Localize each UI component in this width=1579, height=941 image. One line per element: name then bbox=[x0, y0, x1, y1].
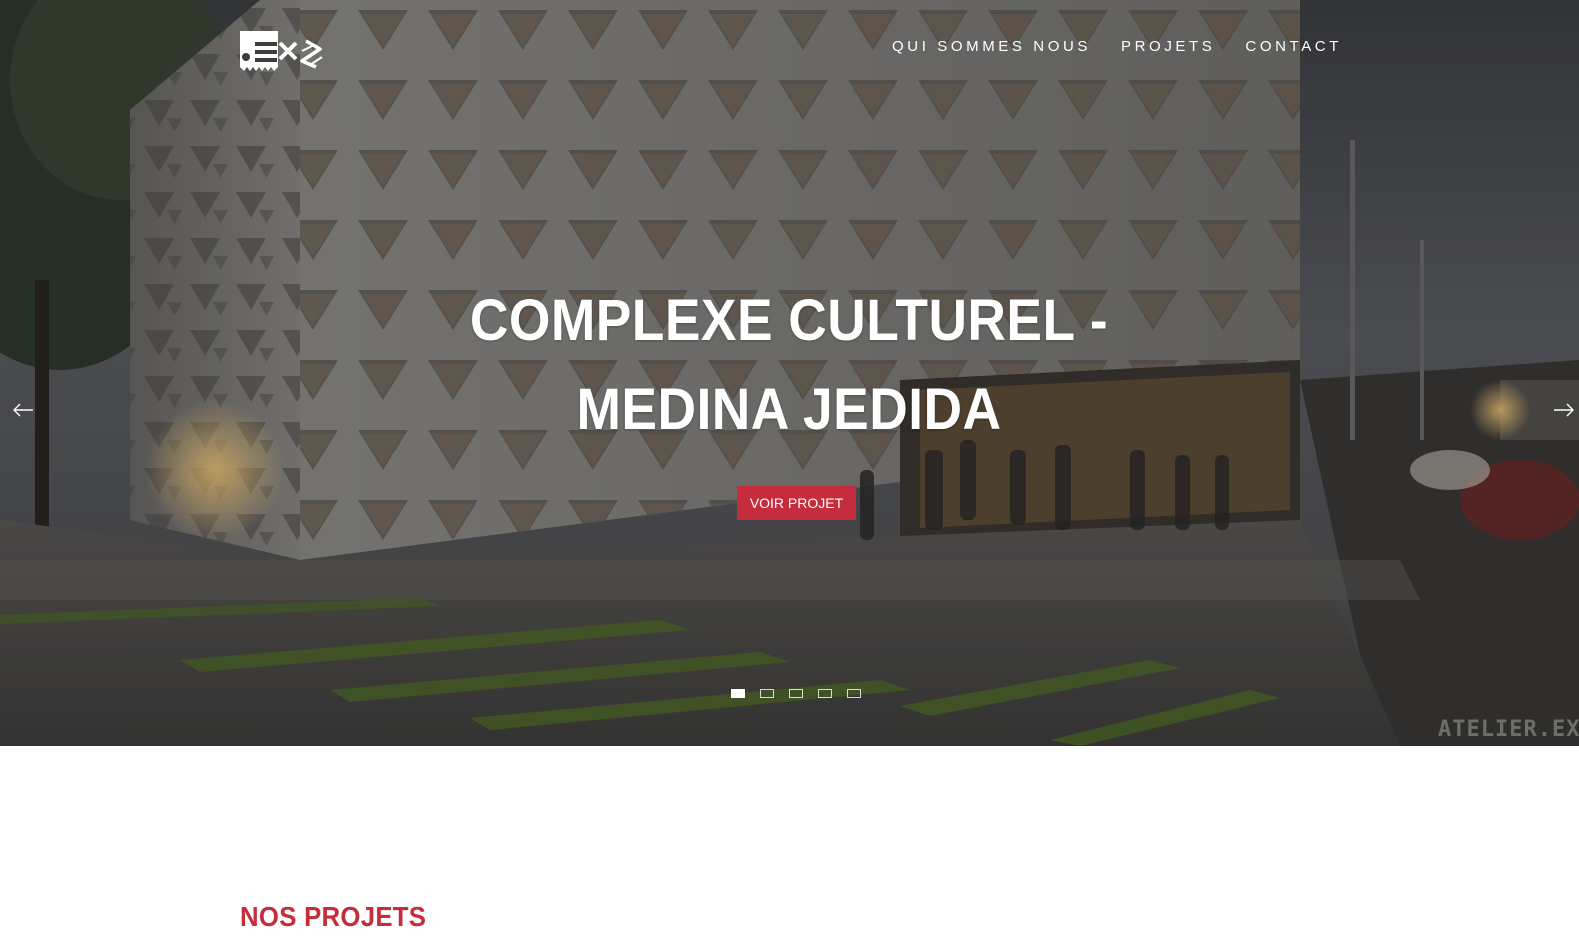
slider-dot-4[interactable] bbox=[818, 689, 832, 698]
voir-projet-button[interactable]: VOIR PROJET bbox=[737, 486, 856, 520]
slider-dot-2[interactable] bbox=[760, 689, 774, 698]
hero-slider: ATELIER.EXE QUI SOMMES NOUS PROJETS CONT… bbox=[0, 0, 1579, 746]
nav-link-contact[interactable]: CONTACT bbox=[1245, 38, 1342, 56]
nav-link-qui-sommes-nous[interactable]: QUI SOMMES NOUS bbox=[892, 38, 1091, 56]
hero-title-line-2: MEDINA JEDIDA bbox=[576, 377, 1002, 442]
hero-title-line-1: COMPLEXE CULTUREL - bbox=[469, 288, 1109, 353]
hero-title: COMPLEXE CULTUREL - MEDINA JEDIDA bbox=[421, 276, 1157, 454]
arrow-right-icon[interactable] bbox=[1552, 400, 1576, 420]
site-logo[interactable] bbox=[240, 31, 324, 71]
slider-dot-3[interactable] bbox=[789, 689, 803, 698]
slider-dot-1[interactable] bbox=[731, 689, 745, 698]
section-title-nos-projets: NOS PROJETS bbox=[240, 901, 427, 932]
main-nav: QUI SOMMES NOUS PROJETS CONTACT bbox=[892, 38, 1342, 56]
slider-pagination bbox=[731, 689, 861, 698]
slider-dot-5[interactable] bbox=[847, 689, 861, 698]
nav-link-projets[interactable]: PROJETS bbox=[1121, 38, 1215, 56]
arrow-left-icon[interactable] bbox=[11, 400, 35, 420]
